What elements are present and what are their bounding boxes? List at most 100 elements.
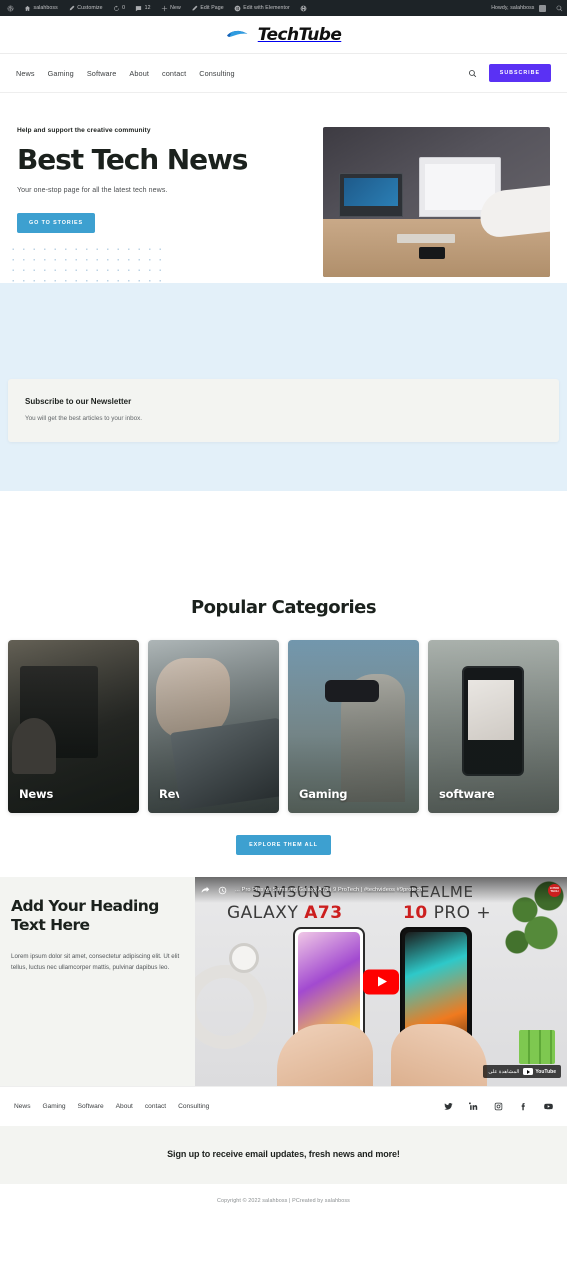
- admin-bar-customize[interactable]: Customize: [63, 0, 108, 16]
- footer-item-software[interactable]: Software: [78, 1103, 104, 1110]
- promo-video-section: Add Your Heading Text Here Lorem ipsum d…: [0, 877, 567, 1086]
- nav-item-news[interactable]: News: [16, 69, 35, 78]
- video-thumb-watch: [229, 943, 259, 973]
- category-card-label: Gaming: [299, 787, 348, 801]
- youtube-logo-icon: YouTube: [523, 1068, 556, 1075]
- watch-on-label: المشاهدة على: [488, 1068, 520, 1075]
- youtube-play-button[interactable]: [363, 969, 399, 994]
- video-thumb-green-cube: [519, 1030, 555, 1064]
- go-to-stories-button[interactable]: GO TO STORIES: [17, 213, 96, 234]
- paintbrush-icon: [68, 5, 75, 12]
- popular-categories-title: Popular Categories: [190, 597, 377, 618]
- footer-nav-links: News Gaming Software About contact Consu…: [14, 1103, 209, 1110]
- admin-bar-howdy[interactable]: Howdy, salahboss: [486, 0, 551, 16]
- video-thumb-hand-right: [391, 1024, 487, 1086]
- admin-bar-left-group: salahboss Customize 0 12 New Edit Page E…: [2, 0, 486, 16]
- explore-them-all-button[interactable]: EXPLORE THEM ALL: [236, 835, 331, 855]
- newsletter-section: Subscribe to our Newsletter You will get…: [0, 283, 567, 491]
- admin-bar-elementor-label: Edit with Elementor: [243, 5, 290, 11]
- comment-bubble-icon: [135, 5, 142, 12]
- nav-item-gaming[interactable]: Gaming: [48, 69, 74, 78]
- footer-item-consulting[interactable]: Consulting: [178, 1103, 209, 1110]
- nav-item-consulting[interactable]: Consulting: [199, 69, 234, 78]
- hero-image: [323, 127, 550, 277]
- watch-on-youtube-button[interactable]: المشاهدة على YouTube: [483, 1065, 561, 1078]
- updates-refresh-icon: [113, 5, 120, 12]
- video-model-realme: 10 PRO +: [403, 903, 492, 923]
- globe-icon: [300, 5, 307, 12]
- promo-body-text: Lorem ipsum dolor sit amet, consectetur …: [11, 952, 180, 972]
- footer-item-gaming[interactable]: Gaming: [43, 1103, 66, 1110]
- subscribe-button[interactable]: SUBSCRIBE: [488, 64, 551, 82]
- promo-text-column: Add Your Heading Text Here Lorem ipsum d…: [0, 877, 195, 994]
- newsletter-title: Subscribe to our Newsletter: [25, 397, 132, 406]
- nav-item-about[interactable]: About: [129, 69, 149, 78]
- category-card-label: News: [19, 787, 54, 801]
- site-logo-bar: TechTube: [0, 16, 567, 54]
- footer-navigation-bar: News Gaming Software About contact Consu…: [0, 1086, 567, 1126]
- newsletter-subtitle: You will get the best articles to your i…: [25, 415, 143, 422]
- hero-image-laptop-left: [339, 173, 403, 217]
- admin-bar-comments-count: 12: [144, 5, 151, 11]
- youtube-wordmark: YouTube: [535, 1068, 556, 1075]
- main-nav-links: News Gaming Software About contact Consu…: [16, 69, 235, 78]
- wordpress-admin-bar: salahboss Customize 0 12 New Edit Page E…: [0, 0, 567, 16]
- promo-heading: Add Your Heading Text Here: [11, 897, 159, 934]
- category-card-label: software: [439, 787, 495, 801]
- signup-text: Sign up to receive email updates, fresh …: [167, 1149, 400, 1159]
- category-card-gaming[interactable]: Gaming: [288, 640, 419, 813]
- site-logo-link[interactable]: TechTube: [226, 25, 342, 45]
- nav-item-software[interactable]: Software: [87, 69, 117, 78]
- site-logo-text: TechTube: [257, 24, 342, 45]
- plus-icon: [161, 5, 168, 12]
- channel-badge[interactable]: 9 PRO TECH: [548, 883, 561, 897]
- category-card-row: News Reviews Gaming software: [8, 640, 559, 813]
- main-navigation-bar: News Gaming Software About contact Consu…: [0, 54, 567, 93]
- swoosh-icon: [226, 28, 252, 41]
- footer-item-about[interactable]: About: [116, 1103, 133, 1110]
- youtube-icon[interactable]: [544, 1102, 553, 1111]
- home-icon: [24, 5, 31, 12]
- video-thumb-headphones: [195, 965, 267, 1049]
- admin-bar-comments[interactable]: 12: [130, 0, 155, 16]
- search-icon[interactable]: [468, 69, 477, 78]
- admin-bar-edit-page-label: Edit Page: [200, 5, 224, 11]
- twitter-icon[interactable]: [444, 1102, 453, 1111]
- hero-subtitle: Your one-stop page for all the latest te…: [17, 187, 168, 195]
- admin-bar-updates-count: 0: [122, 5, 126, 11]
- admin-bar-edit-page[interactable]: Edit Page: [186, 0, 229, 16]
- category-card-reviews[interactable]: Reviews: [148, 640, 279, 813]
- video-title[interactable]: ... Pro Plus vs Samsung Galaxy A73 | 9 P…: [235, 887, 540, 893]
- share-icon[interactable]: [201, 886, 210, 895]
- admin-bar-right-group: Howdy, salahboss: [486, 0, 563, 16]
- signup-banner: Sign up to receive email updates, fresh …: [0, 1126, 567, 1184]
- watch-later-clock-icon[interactable]: [218, 886, 227, 895]
- category-card-news[interactable]: News: [8, 640, 139, 813]
- admin-bar-updates[interactable]: 0: [108, 0, 131, 16]
- admin-bar-wp-logo[interactable]: [2, 0, 19, 16]
- admin-bar-search-icon[interactable]: [556, 5, 563, 12]
- admin-bar-site-name[interactable]: salahboss: [19, 0, 63, 16]
- category-card-software[interactable]: software: [428, 640, 559, 813]
- admin-bar-edit-with-elementor[interactable]: Edit with Elementor: [229, 0, 295, 16]
- video-top-bar: ... Pro Plus vs Samsung Galaxy A73 | 9 P…: [195, 877, 567, 903]
- youtube-video-embed[interactable]: SAMSUNG GALAXY A73 REALME 10 PRO + ... P…: [195, 877, 567, 1086]
- explore-button-wrap: EXPLORE THEM ALL: [8, 813, 559, 855]
- nav-item-contact[interactable]: contact: [162, 69, 186, 78]
- facebook-icon[interactable]: [519, 1102, 528, 1111]
- footer-item-news[interactable]: News: [14, 1103, 31, 1110]
- avatar: [539, 4, 546, 12]
- video-thumb-hand-left: [277, 1024, 373, 1086]
- social-links: [444, 1102, 553, 1111]
- admin-bar-new-label: New: [170, 5, 181, 11]
- pencil-icon: [191, 5, 198, 12]
- admin-bar-new-content[interactable]: New: [156, 0, 186, 16]
- hero-title: Best Tech News: [17, 143, 248, 176]
- admin-bar-globe[interactable]: [295, 0, 312, 16]
- instagram-icon[interactable]: [494, 1102, 503, 1111]
- nav-right-group: SUBSCRIBE: [468, 64, 551, 82]
- footer-item-contact[interactable]: contact: [145, 1103, 166, 1110]
- popular-categories-section: Popular Categories News Reviews Gaming s…: [0, 581, 567, 877]
- linkedin-icon[interactable]: [469, 1102, 478, 1111]
- video-model-galaxy: GALAXY A73: [227, 903, 343, 923]
